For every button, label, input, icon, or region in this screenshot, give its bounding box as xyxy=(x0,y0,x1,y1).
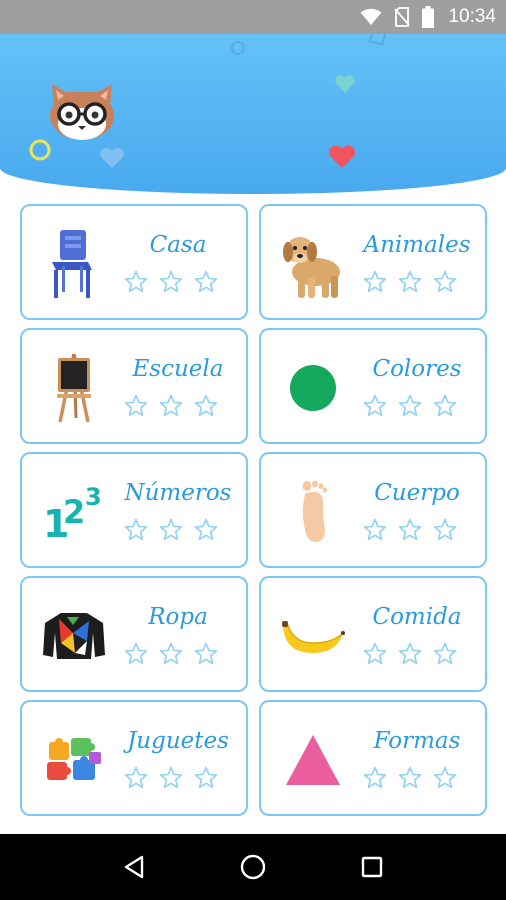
svg-text:3: 3 xyxy=(85,483,102,511)
wifi-icon xyxy=(360,8,382,25)
foot-icon xyxy=(302,480,328,542)
heart-decoration-icon xyxy=(329,145,355,168)
star-outline-icon xyxy=(159,642,183,665)
back-button[interactable] xyxy=(114,847,154,887)
category-label: Comida xyxy=(372,604,462,630)
star-rating xyxy=(363,642,457,665)
star-outline-icon xyxy=(433,766,457,789)
star-outline-icon xyxy=(398,270,422,293)
category-card-juguetes[interactable]: Juguetes xyxy=(20,700,248,816)
puppy-icon xyxy=(283,237,340,298)
category-card-numeros[interactable]: 1 2 3 Números xyxy=(20,452,248,568)
recents-button[interactable] xyxy=(352,847,392,887)
battery-icon xyxy=(422,6,435,28)
category-label: Colores xyxy=(372,356,462,382)
star-outline-icon xyxy=(124,394,148,417)
star-rating xyxy=(124,394,218,417)
category-label: Casa xyxy=(149,232,207,258)
star-outline-icon xyxy=(363,642,387,665)
svg-text:2: 2 xyxy=(63,493,85,531)
star-rating xyxy=(124,518,218,541)
square-decoration-icon xyxy=(368,34,387,46)
star-outline-icon xyxy=(398,766,422,789)
category-label: Animales xyxy=(363,232,471,258)
star-outline-icon xyxy=(159,766,183,789)
star-outline-icon xyxy=(398,642,422,665)
home-button[interactable] xyxy=(233,847,273,887)
back-icon xyxy=(124,855,143,879)
star-rating xyxy=(124,642,218,665)
star-outline-icon xyxy=(124,642,148,665)
category-label: Escuela xyxy=(132,356,224,382)
star-outline-icon xyxy=(124,766,148,789)
status-bar: 10:34 xyxy=(0,0,506,34)
star-outline-icon xyxy=(398,518,422,541)
green-circle-icon xyxy=(290,365,336,411)
category-card-animales[interactable]: Animales xyxy=(259,204,487,320)
star-outline-icon xyxy=(159,270,183,293)
category-card-ropa[interactable]: Ropa xyxy=(20,576,248,692)
category-card-formas[interactable]: Formas xyxy=(259,700,487,816)
sweater-icon xyxy=(43,613,105,659)
category-label: Formas xyxy=(373,728,461,754)
star-outline-icon xyxy=(159,518,183,541)
recents-icon xyxy=(362,856,383,878)
numbers-123-icon: 1 2 3 xyxy=(43,483,102,545)
category-card-comida[interactable]: Comida xyxy=(259,576,487,692)
banana-icon xyxy=(282,621,345,653)
category-label: Números xyxy=(124,480,232,506)
star-rating xyxy=(363,394,457,417)
category-card-colores[interactable]: Colores xyxy=(259,328,487,444)
star-outline-icon xyxy=(433,394,457,417)
clock: 10:34 xyxy=(448,6,496,27)
star-outline-icon xyxy=(363,394,387,417)
circle-decoration-icon xyxy=(231,41,245,55)
star-outline-icon xyxy=(124,270,148,293)
star-outline-icon xyxy=(194,270,218,293)
heart-decoration-icon xyxy=(100,147,124,168)
star-outline-icon xyxy=(159,394,183,417)
chair-icon xyxy=(52,230,92,298)
star-outline-icon xyxy=(194,642,218,665)
navigation-bar xyxy=(0,834,506,900)
star-outline-icon xyxy=(433,270,457,293)
star-outline-icon xyxy=(124,518,148,541)
no-sim-icon xyxy=(394,7,411,27)
star-outline-icon xyxy=(363,518,387,541)
star-rating xyxy=(124,270,218,293)
star-outline-icon xyxy=(398,394,422,417)
heart-decoration-icon xyxy=(335,75,355,93)
star-outline-icon xyxy=(194,394,218,417)
star-outline-icon xyxy=(363,766,387,789)
category-card-casa[interactable]: Casa xyxy=(20,204,248,320)
category-card-escuela[interactable]: Escuela xyxy=(20,328,248,444)
chalkboard-easel-icon xyxy=(57,353,91,423)
home-icon xyxy=(240,854,266,880)
category-grid: Casa Animales Escuela Colores 1 2 3 Núme… xyxy=(20,204,487,816)
star-outline-icon xyxy=(194,518,218,541)
star-rating xyxy=(363,270,457,293)
star-rating xyxy=(363,766,457,789)
star-rating xyxy=(124,766,218,789)
category-label: Cuerpo xyxy=(374,480,460,506)
pink-triangle-icon xyxy=(286,735,340,785)
category-label: Juguetes xyxy=(127,728,229,754)
header-banner xyxy=(0,34,506,194)
cat-with-glasses-icon[interactable] xyxy=(44,74,120,144)
puzzle-pieces-icon xyxy=(47,738,101,780)
category-card-cuerpo[interactable]: Cuerpo xyxy=(259,452,487,568)
star-outline-icon xyxy=(363,270,387,293)
star-outline-icon xyxy=(194,766,218,789)
star-outline-icon xyxy=(433,642,457,665)
star-rating xyxy=(363,518,457,541)
star-outline-icon xyxy=(433,518,457,541)
category-label: Ropa xyxy=(148,604,208,630)
